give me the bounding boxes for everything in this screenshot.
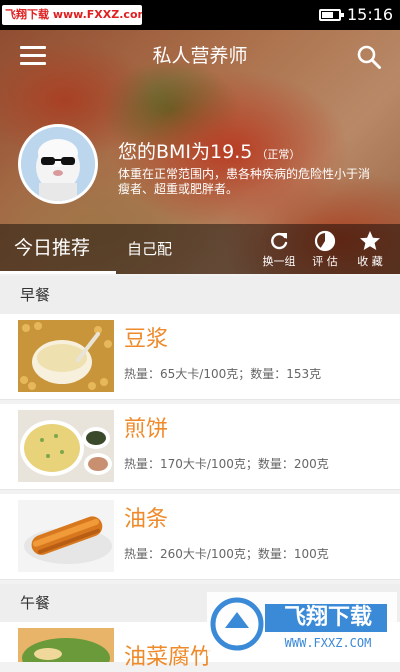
evaluate-label: 评 估	[312, 255, 338, 268]
pie-chart-icon	[314, 230, 336, 252]
refresh-label: 换一组	[262, 255, 296, 268]
status-time: 15:16	[347, 5, 394, 24]
refresh-icon	[271, 232, 288, 250]
bmi-description: 体重在正常范围内，患各种疾病的危险性小于消瘦者、超重或肥胖者。	[118, 167, 371, 196]
search-icon[interactable]	[356, 44, 382, 70]
bmi-value: 您的BMI为19.5	[118, 141, 253, 163]
food-info: 热量：65大卡/100克；数量：153克	[124, 367, 322, 381]
battery-icon	[319, 9, 344, 21]
app-title: 私人营养师	[152, 45, 248, 67]
favorite-button[interactable]: 收 藏	[348, 230, 392, 269]
watermark-url: WWW.FXXZ.COM	[284, 636, 372, 650]
section-title: 午餐	[20, 594, 51, 612]
active-tab-indicator	[0, 271, 116, 274]
bmi-summary: 您的BMI为19.5 （正常）	[118, 140, 300, 164]
food-image-youtiao	[18, 500, 114, 572]
tab-today-recommend[interactable]: 今日推荐	[14, 236, 90, 260]
food-image-soymilk	[18, 320, 114, 392]
tab-bar: 今日推荐 自己配 换一组 评 估 收 藏	[0, 224, 400, 274]
food-item[interactable]: 油条 热量：260大卡/100克；数量：100克	[0, 494, 400, 580]
food-item[interactable]: 煎饼 热量：170大卡/100克；数量：200克	[0, 404, 400, 490]
food-item[interactable]: 豆浆 热量：65大卡/100克；数量：153克	[0, 314, 400, 400]
tab-custom[interactable]: 自己配	[127, 239, 172, 259]
section-title: 早餐	[20, 286, 51, 304]
bmi-status: （正常）	[256, 148, 301, 161]
food-name: 煎饼	[124, 417, 169, 442]
food-name: 油菜腐竹	[124, 645, 213, 670]
food-name: 豆浆	[124, 327, 169, 352]
watermark-top: 飞翔下载 www.FXXZ.com	[2, 5, 142, 25]
watermark-brand: 飞翔下载	[283, 605, 372, 630]
refresh-button[interactable]: 换一组	[257, 230, 301, 269]
food-info: 热量：170大卡/100克；数量：200克	[124, 457, 329, 471]
food-info: 热量：260大卡/100克；数量：100克	[124, 547, 329, 561]
food-image-rapeseed-tofu	[18, 628, 114, 662]
food-image-pancake	[18, 410, 114, 482]
star-icon	[360, 231, 380, 250]
watermark-logo: 飞翔下载 WWW.FXXZ.COM	[207, 592, 397, 656]
status-bar: 飞翔下载 www.FXXZ.com 15:16	[0, 0, 400, 30]
food-name: 油条	[124, 507, 169, 532]
favorite-label: 收 藏	[357, 255, 383, 268]
evaluate-button[interactable]: 评 估	[303, 230, 347, 269]
hero-banner: 私人营养师 您的BMI为19.5 （正常） 体重在正常范围内，患各种疾病的危险性小…	[0, 30, 400, 274]
avatar[interactable]	[18, 124, 98, 204]
section-header-breakfast: 早餐	[0, 276, 400, 314]
